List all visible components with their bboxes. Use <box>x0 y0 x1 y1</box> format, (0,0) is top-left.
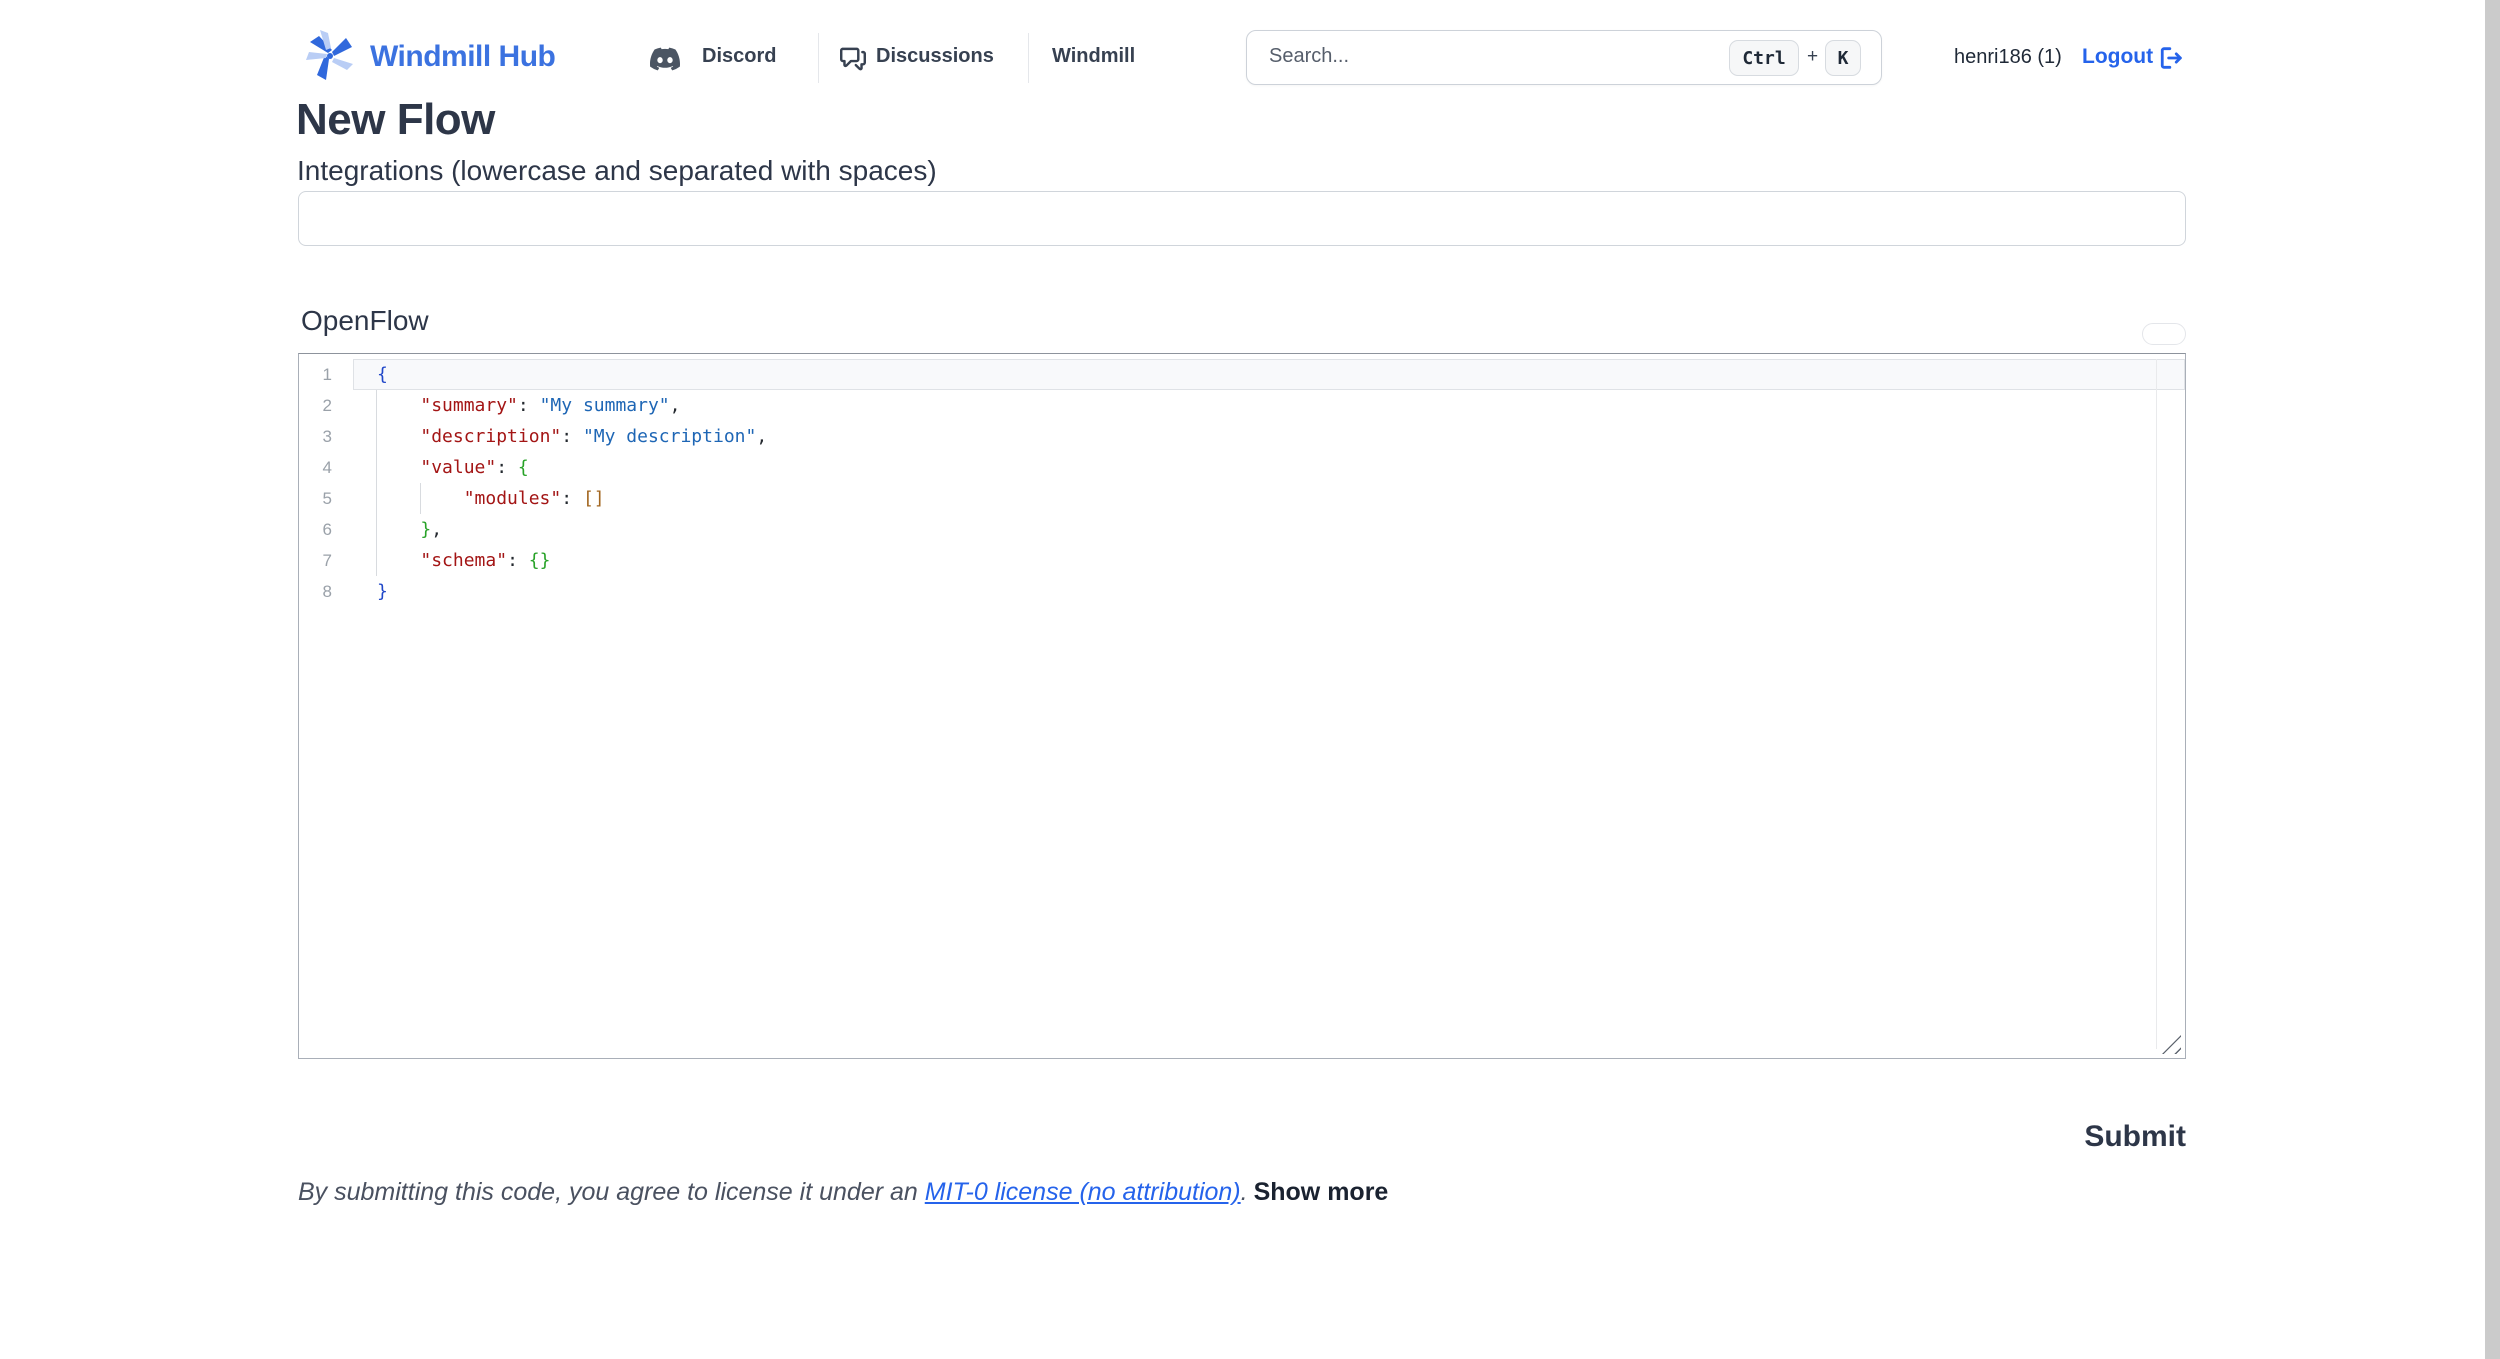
line-number: 1 <box>299 359 332 390</box>
kbd-k: K <box>1825 40 1861 76</box>
editor-scrollbar-track[interactable] <box>2156 359 2157 1049</box>
submit-button[interactable]: Submit <box>2084 1120 2186 1154</box>
nav-discord[interactable]: Discord <box>702 45 776 68</box>
windmill-logo-icon[interactable] <box>303 26 357 86</box>
code-line[interactable]: "modules": [] <box>353 483 2185 514</box>
code-line[interactable]: "summary": "My summary", <box>353 390 2185 421</box>
line-number: 8 <box>299 576 332 607</box>
resize-handle-icon[interactable] <box>2162 1035 2181 1054</box>
code-lines[interactable]: { "summary": "My summary", "description"… <box>353 359 2185 607</box>
page-scrollbar[interactable] <box>2485 0 2500 1359</box>
logo-title[interactable]: Windmill Hub <box>370 40 555 74</box>
discord-icon <box>650 44 680 74</box>
nav-windmill[interactable]: Windmill <box>1052 45 1135 68</box>
license-text: By submitting this code, you agree to li… <box>298 1178 925 1206</box>
openflow-label: OpenFlow <box>301 305 429 337</box>
discussions-icon <box>840 46 866 72</box>
kbd-plus: + <box>1807 46 1818 68</box>
line-number: 4 <box>299 452 332 483</box>
code-line[interactable]: "schema": {} <box>353 545 2185 576</box>
license-link[interactable]: MIT-0 license (no attribution) <box>925 1178 1241 1206</box>
kbd-ctrl: Ctrl <box>1729 40 1799 76</box>
editor-toggle[interactable] <box>2142 323 2186 345</box>
line-number: 6 <box>299 514 332 545</box>
line-number-gutter: 12345678 <box>299 359 332 607</box>
code-line[interactable]: }, <box>353 514 2185 545</box>
line-number: 7 <box>299 545 332 576</box>
license-period: . <box>1241 1178 1248 1206</box>
logout-icon[interactable] <box>2157 44 2185 72</box>
line-number: 5 <box>299 483 332 514</box>
search-placeholder: Search... <box>1269 45 1349 68</box>
indent-guide <box>420 483 421 514</box>
code-line[interactable]: } <box>353 576 2185 607</box>
code-line[interactable]: { <box>353 359 2185 390</box>
code-line[interactable]: "value": { <box>353 452 2185 483</box>
nav-separator <box>818 33 819 83</box>
openflow-code-editor[interactable]: 12345678 { "summary": "My summary", "des… <box>298 353 2186 1059</box>
nav-discussions[interactable]: Discussions <box>876 45 994 68</box>
indent-guide <box>376 390 377 576</box>
line-number: 3 <box>299 421 332 452</box>
show-more-link[interactable]: Show more <box>1254 1178 1389 1206</box>
code-line[interactable]: "description": "My description", <box>353 421 2185 452</box>
search-input[interactable]: Search... Ctrl + K <box>1246 30 1882 85</box>
integrations-input[interactable] <box>298 191 2186 246</box>
logout-link[interactable]: Logout <box>2082 45 2153 69</box>
user-name: henri186 (1) <box>1954 46 2062 69</box>
page-title: New Flow <box>296 95 495 145</box>
line-number: 2 <box>299 390 332 421</box>
license-notice: By submitting this code, you agree to li… <box>298 1178 1388 1207</box>
nav-separator <box>1028 33 1029 83</box>
windmill-hub-page: Windmill Hub Discord Discussions Windmil… <box>0 0 2500 1359</box>
integrations-label: Integrations (lowercase and separated wi… <box>297 155 937 187</box>
